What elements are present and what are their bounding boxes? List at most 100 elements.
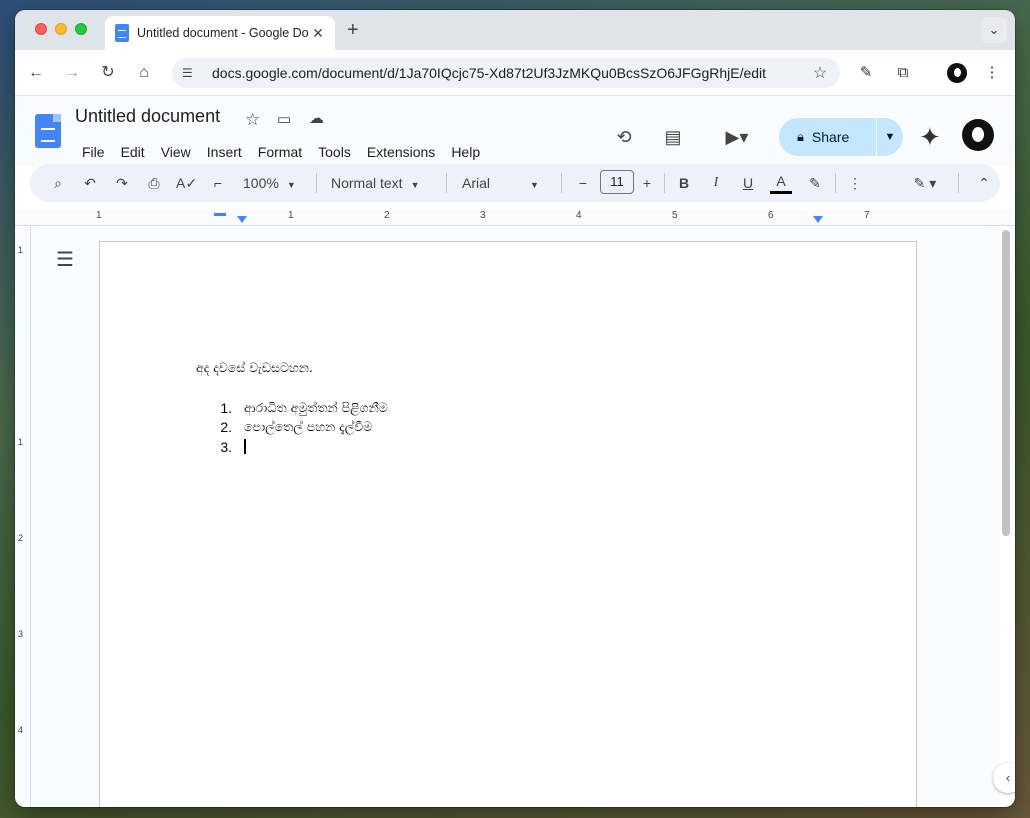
menu-format[interactable]: Format (252, 144, 308, 160)
menu-extensions[interactable]: Extensions (361, 144, 441, 160)
list-item-text[interactable]: පොල්තෙල් පහන දැල්වීම (244, 419, 372, 435)
list-item-text[interactable]: ආරාධිත අමුත්තන් පිළිගනීම (244, 400, 388, 416)
profile-avatar[interactable] (947, 63, 967, 83)
italic-icon[interactable]: I (706, 172, 726, 194)
font-size-input[interactable]: 11 (600, 170, 634, 194)
style-select[interactable]: Normal text ▼ (331, 172, 420, 194)
divider (446, 173, 447, 193)
address-bar[interactable]: ☰ docs.google.com/document/d/1Ja70IQcjc7… (172, 58, 840, 88)
forward-icon[interactable]: → (61, 62, 83, 84)
ruler-label: 3 (18, 629, 24, 639)
document-title[interactable]: Untitled document (75, 106, 220, 127)
paint-format-icon[interactable]: ⌐ (208, 172, 228, 194)
ruler-label: 2 (18, 533, 24, 543)
document-page[interactable]: අද දවසේ වැඩසටහන. 1. ආරාධිත අමුත්තන් පිළි… (99, 241, 917, 807)
side-panel-toggle-chevron-icon[interactable]: ‹ (993, 763, 1015, 793)
list-number: 1. (220, 399, 232, 416)
document-outline-icon[interactable]: ☰ (56, 247, 74, 272)
horizontal-ruler[interactable]: 1 1 2 3 4 5 6 7 (15, 210, 1015, 226)
star-icon[interactable]: ☆ (245, 110, 260, 130)
back-icon[interactable]: ← (25, 62, 47, 84)
meet-camera-icon[interactable]: ▶▾ (717, 124, 757, 150)
document-body[interactable]: අද දවසේ වැඩසටහන. 1. ආරාධිත අමුත්තන් පිළි… (196, 360, 388, 457)
list-item[interactable]: 3. (196, 437, 388, 457)
list-item[interactable]: 2. පොල්තෙල් පහන දැල්වීම (196, 418, 388, 438)
vertical-ruler[interactable]: 1 1 2 3 4 (15, 227, 31, 807)
menu-tools[interactable]: Tools (312, 144, 357, 160)
divider (316, 173, 317, 193)
menu-edit[interactable]: Edit (115, 144, 151, 160)
tab-search-chevron-icon[interactable]: ⌄ (981, 17, 1007, 43)
menu-insert[interactable]: Insert (201, 144, 248, 160)
numbered-list: 1. ආරාධිත අමුත්තන් පිළිගනීම 2. පොල්තෙල් … (196, 398, 388, 457)
zoom-value: 100% (243, 175, 279, 191)
list-number: 2. (220, 419, 232, 436)
comments-icon[interactable]: ▤ (660, 124, 686, 150)
editing-mode-icon[interactable]: ✎ ▾ (905, 172, 945, 194)
hide-menus-chevron-up-icon[interactable]: ⌃ (974, 172, 994, 194)
share-label: Share (811, 129, 850, 145)
browser-window: Untitled document - Google Docs ✕ + ⌄ ← … (15, 10, 1015, 807)
maximize-window-button[interactable] (75, 23, 87, 35)
document-heading[interactable]: අද දවසේ වැඩසටහන. (196, 360, 388, 376)
extensions-icon[interactable]: ⧉ (892, 62, 914, 84)
decrease-font-size-icon[interactable]: − (574, 172, 592, 194)
font-select[interactable]: Arial ▼ (462, 172, 550, 194)
minimize-window-button[interactable] (55, 23, 67, 35)
menu-help[interactable]: Help (445, 144, 486, 160)
chrome-menu-icon[interactable]: ⋮ (981, 62, 1003, 84)
chevron-down-icon: ▼ (410, 180, 420, 190)
text-cursor (244, 439, 246, 455)
spellcheck-icon[interactable]: A✓ (176, 172, 197, 194)
site-info-icon[interactable]: ☰ (182, 66, 200, 80)
ruler-label: 1 (18, 437, 24, 447)
bold-icon[interactable]: B (674, 172, 694, 194)
gemini-sparkle-icon[interactable]: ✦ (919, 122, 941, 153)
home-icon[interactable]: ⌂ (133, 62, 155, 84)
zoom-select[interactable]: 100% ▼ (243, 172, 296, 194)
list-item[interactable]: 1. ආරාධිත අමුත්තන් පිළිගනීම (196, 398, 388, 418)
browser-tab[interactable]: Untitled document - Google Docs ✕ (105, 16, 335, 50)
highlight-icon[interactable]: ✎ (805, 172, 825, 194)
tab-close-icon[interactable]: ✕ (309, 25, 327, 42)
list-number: 3. (220, 438, 232, 455)
new-tab-icon[interactable]: + (347, 19, 359, 42)
close-window-button[interactable] (35, 23, 47, 35)
cloud-saved-icon[interactable]: ☁ (309, 109, 324, 127)
menu-view[interactable]: View (155, 144, 197, 160)
share-main[interactable]: 🔒︎ Share (779, 118, 877, 156)
ruler-label: 1 (18, 245, 24, 255)
font-value: Arial (462, 175, 491, 191)
left-indent-handle[interactable] (237, 216, 247, 223)
increase-font-size-icon[interactable]: + (638, 172, 656, 194)
lock-icon: 🔒︎ (797, 129, 804, 144)
divider (561, 173, 562, 193)
docs-logo-icon[interactable] (35, 114, 61, 148)
first-line-indent-handle[interactable] (214, 213, 226, 216)
share-dropdown-icon[interactable]: ▼ (877, 131, 903, 143)
redo-icon[interactable]: ↷ (112, 172, 132, 194)
underline-icon[interactable]: U (738, 172, 758, 194)
divider (835, 173, 836, 193)
vertical-scrollbar[interactable] (1002, 230, 1010, 536)
pen-icon[interactable]: ✎ (855, 62, 877, 84)
account-avatar[interactable] (962, 119, 994, 151)
more-options-icon[interactable]: ⋮ (845, 172, 865, 194)
bookmark-star-icon[interactable]: ☆ (810, 63, 830, 83)
undo-icon[interactable]: ↶ (80, 172, 100, 194)
ruler-label: 5 (672, 210, 678, 221)
tab-strip: Untitled document - Google Docs ✕ + ⌄ (15, 10, 1015, 50)
right-indent-handle[interactable] (813, 216, 823, 223)
ruler-label: 1 (96, 210, 102, 221)
version-history-icon[interactable]: ⟲ (611, 124, 637, 150)
share-button[interactable]: 🔒︎ Share ▼ (779, 118, 903, 156)
move-folder-icon[interactable]: ▭ (277, 110, 291, 128)
reload-icon[interactable]: ↻ (97, 62, 119, 84)
menu-file[interactable]: File (76, 144, 111, 160)
print-icon[interactable]: ⎙ (144, 172, 164, 194)
text-color-icon[interactable]: A (770, 172, 792, 194)
docs-favicon-icon (115, 24, 129, 42)
ruler-label: 6 (768, 210, 774, 221)
search-menus-icon[interactable]: ⌕ (48, 172, 68, 194)
url-text[interactable]: docs.google.com/document/d/1Ja70IQcjc75-… (212, 65, 810, 81)
